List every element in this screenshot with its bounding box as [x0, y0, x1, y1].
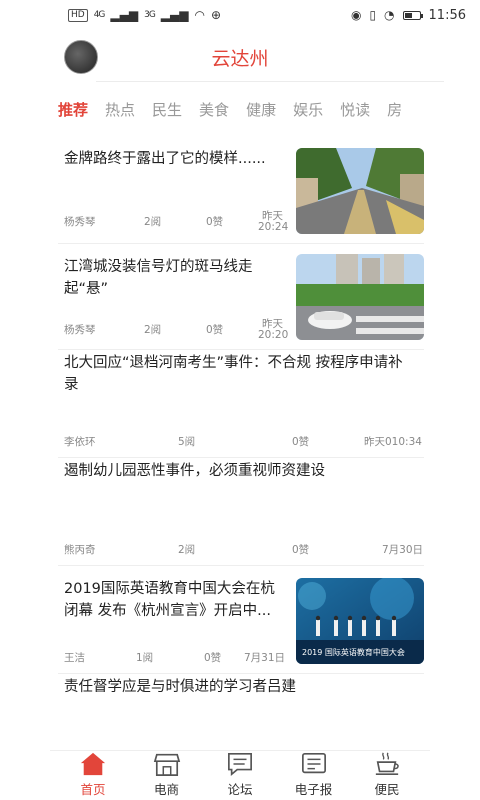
news-author: 熊丙奇	[64, 544, 96, 556]
news-reads: 5阅	[178, 436, 196, 448]
news-meta: 熊丙奇 2阅 0赞 7月30日	[64, 542, 424, 560]
tab-recommend[interactable]: 推荐	[58, 98, 88, 124]
tab-hot[interactable]: 热点	[105, 98, 135, 124]
tab-reading[interactable]: 悦读	[340, 98, 370, 124]
news-thumbnail[interactable]: 2019 国际英语教育中国大会	[296, 578, 424, 664]
tab-food[interactable]: 美食	[199, 98, 229, 124]
tab-health[interactable]: 健康	[246, 98, 276, 124]
news-meta: 杨秀琴 2阅 0赞 昨天 20:20	[64, 316, 289, 346]
nav-label: 论坛	[227, 782, 253, 797]
newspaper-icon	[301, 752, 326, 774]
category-tabs: 推荐 热点 民生 美食 健康 娱乐 悦读 房	[58, 98, 480, 124]
nav-home[interactable]: 首页	[68, 751, 118, 800]
news-title: 遏制幼儿园恶性事件，必须重视师资建设	[64, 463, 325, 479]
news-likes: 0赞	[206, 324, 224, 336]
home-icon	[80, 752, 106, 776]
news-item[interactable]: 金牌路终于露出了它的模样...... 杨秀琴 2阅 0赞 昨天 20:24	[58, 144, 424, 244]
news-title: 责任督学应是与时俱进的学习者吕建	[64, 679, 296, 695]
speed-icon: ◔	[384, 8, 395, 22]
news-date: 7月31日	[244, 652, 286, 664]
tab-housing[interactable]: 房	[387, 98, 402, 124]
nav-label: 首页	[80, 782, 106, 797]
news-title: 金牌路终于露出了它的模样......	[64, 151, 266, 167]
news-likes: 0赞	[292, 436, 310, 448]
tab-entertainment[interactable]: 娱乐	[293, 98, 323, 124]
clock: 11:56	[428, 7, 466, 23]
nav-shop[interactable]: 电商	[142, 751, 192, 800]
news-reads: 2阅	[144, 324, 162, 336]
location-icon: ⊕	[210, 8, 222, 22]
nav-epaper[interactable]: 电子报	[289, 751, 339, 800]
nav-forum[interactable]: 论坛	[215, 751, 265, 800]
status-left: HD 4G ▂▄▆ 3G ▂▄▆ ◠ ⊕	[68, 8, 221, 22]
eye-icon: ◉	[350, 8, 362, 22]
battery-icon	[402, 10, 423, 20]
news-author: 李依环	[64, 436, 96, 448]
nav-services[interactable]: 便民	[362, 751, 412, 800]
signal-4g: 4G	[93, 10, 106, 20]
news-date: 7月30日	[382, 544, 424, 556]
wifi-icon: ◠	[194, 8, 205, 22]
news-item[interactable]: 江湾城没装信号灯的斑马线走 起“悬” 杨秀琴 2阅 0赞 昨天 20:20	[58, 250, 424, 350]
news-reads: 2阅	[144, 216, 162, 228]
news-author: 王洁	[64, 652, 85, 664]
status-right: ◉ ▯ ◔ 11:56	[351, 8, 466, 23]
nav-label: 便民	[374, 782, 400, 797]
app-header: 云达州	[0, 30, 480, 82]
news-reads: 1阅	[136, 652, 154, 664]
news-likes: 0赞	[292, 544, 310, 556]
bottom-nav: 首页 电商 论坛 电子报 便民	[50, 750, 430, 800]
nav-label: 电子报	[294, 782, 333, 797]
thumbnail-caption: 2019 国际英语教育中国大会	[302, 648, 405, 657]
coffee-icon	[375, 752, 399, 776]
news-meta: 王洁 1阅 0赞 7月31日	[64, 650, 292, 668]
tab-livelihood[interactable]: 民生	[152, 98, 182, 124]
news-reads: 2阅	[178, 544, 196, 556]
news-thumbnail[interactable]	[296, 148, 424, 234]
shop-icon	[153, 753, 180, 776]
news-author: 杨秀琴	[64, 216, 96, 228]
forum-icon	[228, 752, 252, 776]
news-date-time: 20:24	[258, 221, 289, 233]
news-date-time: 20:20	[258, 329, 289, 341]
hd-indicator: HD	[68, 8, 88, 22]
news-meta: 杨秀琴 2阅 0赞 昨天 20:24	[64, 210, 289, 240]
news-date: 昨天010:34	[364, 436, 422, 448]
signal-3g: 3G	[144, 10, 156, 20]
signal-bars-icon-2: ▂▄▆	[160, 8, 189, 22]
news-item[interactable]: 责任督学应是与时俱进的学习者吕建	[58, 676, 424, 736]
news-item[interactable]: 北大回应“退档河南考生”事件：不合规 按程序申请补 录 李依环 5阅 0赞 昨天…	[58, 352, 424, 458]
vibrate-icon: ▯	[369, 8, 377, 22]
news-title: 北大回应“退档河南考生”事件：不合规 按程序申请补 录	[64, 355, 403, 393]
app-title: 云达州	[211, 48, 269, 70]
status-bar: HD 4G ▂▄▆ 3G ▂▄▆ ◠ ⊕ ◉ ▯ ◔ 11:56	[0, 0, 480, 30]
news-likes: 0赞	[206, 216, 224, 228]
signal-bars-icon: ▂▄▆	[110, 8, 139, 22]
news-item[interactable]: 遏制幼儿园恶性事件，必须重视师资建设 熊丙奇 2阅 0赞 7月30日	[58, 460, 424, 566]
news-title: 2019国际英语教育中国大会在杭 闭幕 发布《杭州宣言》开启中...	[64, 581, 275, 619]
news-title: 江湾城没装信号灯的斑马线走 起“悬”	[64, 259, 253, 297]
news-author: 杨秀琴	[64, 324, 96, 336]
header-divider	[96, 81, 444, 82]
news-meta: 李依环 5阅 0赞 昨天010:34	[64, 434, 424, 452]
news-item[interactable]: 2019国际英语教育中国大会在杭 闭幕 发布《杭州宣言》开启中... 王洁 1阅…	[58, 574, 424, 674]
news-likes: 0赞	[204, 652, 222, 664]
news-thumbnail[interactable]	[296, 254, 424, 340]
nav-label: 电商	[153, 782, 179, 797]
